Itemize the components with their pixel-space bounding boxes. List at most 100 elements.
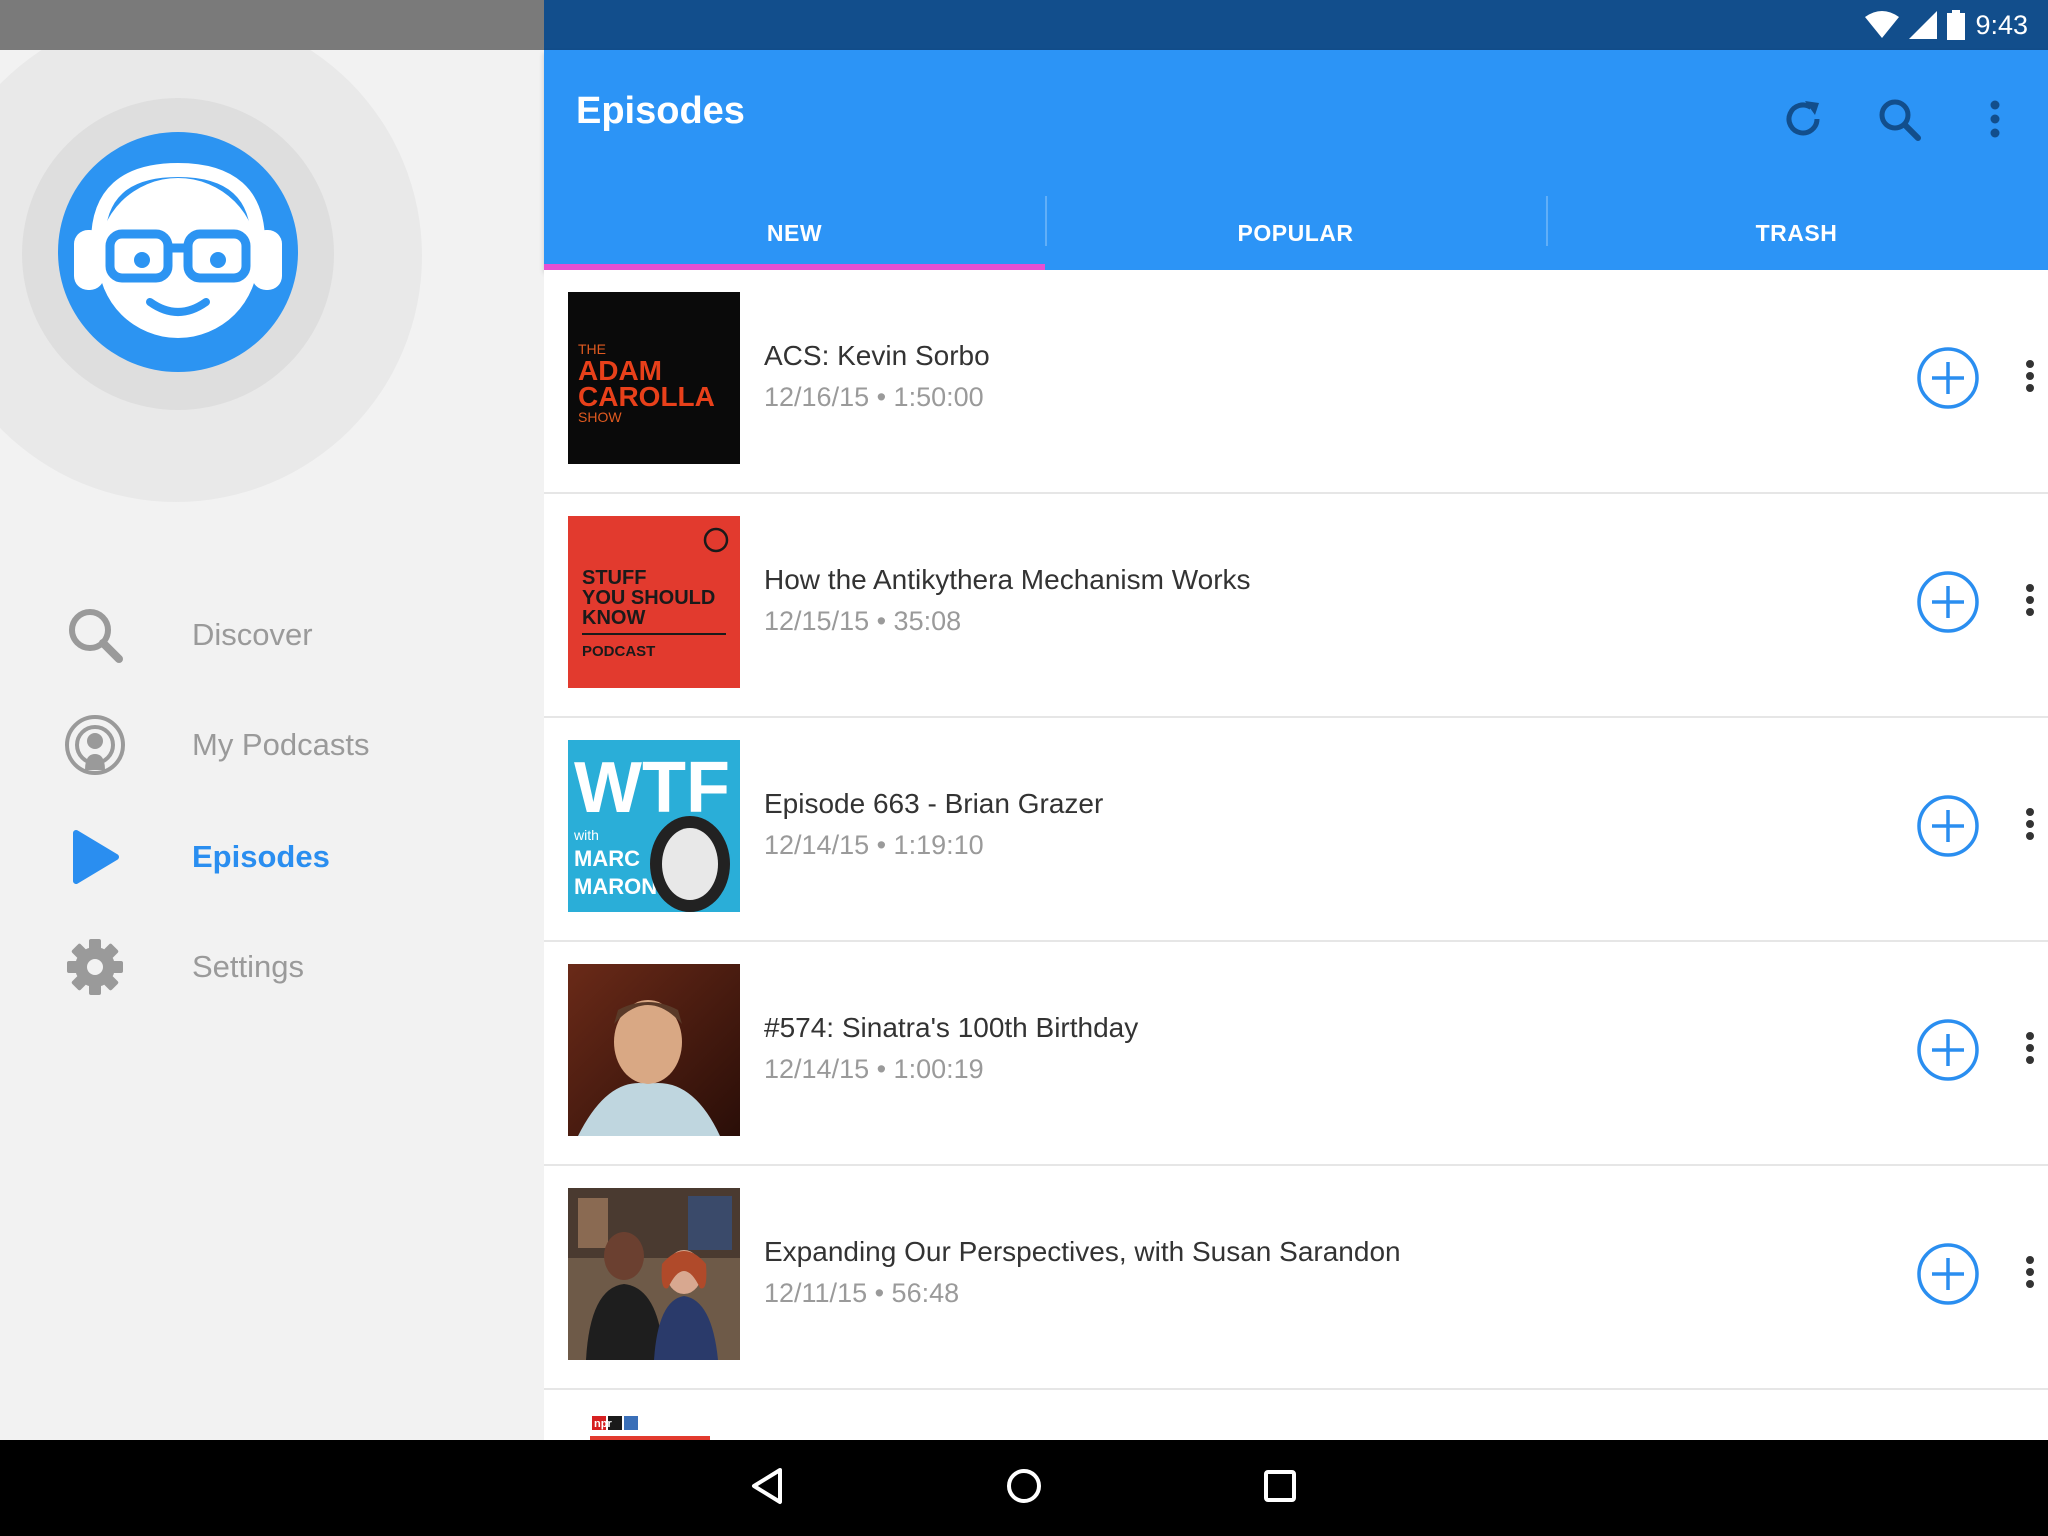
art-text: CAROLLA xyxy=(578,381,715,412)
art-text: KNOW xyxy=(582,607,645,629)
play-icon xyxy=(62,824,128,890)
episode-meta: 12/16/15 • 1:50:00 xyxy=(764,382,984,412)
tab-trash[interactable]: TRASH xyxy=(1546,196,2047,270)
art-text: npr xyxy=(594,1418,612,1430)
page-title: Episodes xyxy=(576,90,745,132)
back-icon xyxy=(748,1466,788,1511)
episode-artwork: THE ADAM CAROLLA SHOW xyxy=(568,292,740,464)
episode-artwork xyxy=(568,1188,740,1360)
add-to-queue-button[interactable] xyxy=(1916,794,1980,858)
home-button[interactable] xyxy=(994,1458,1054,1518)
art-text: MARC xyxy=(574,846,640,871)
sidebar-item-label: Episodes xyxy=(192,839,330,874)
episode-meta: 12/15/15 • 35:08 xyxy=(764,606,962,636)
overflow-menu-button[interactable] xyxy=(1962,88,2028,154)
npr-logo: npr xyxy=(590,1416,710,1440)
add-circle-icon xyxy=(1916,1243,1980,1310)
list-item[interactable]: #574: Sinatra's 100th Birthday 12/14/15 … xyxy=(544,942,2048,1166)
more-vert-icon xyxy=(1989,99,2001,144)
add-to-queue-button[interactable] xyxy=(1916,1018,1980,1082)
episode-artwork: STUFF YOU SHOULD KNOW PODCAST xyxy=(568,516,740,688)
podcast-artwork xyxy=(578,1000,720,1136)
refresh-button[interactable] xyxy=(1770,88,1836,154)
episode-more-button[interactable] xyxy=(2012,346,2048,410)
search-icon xyxy=(1877,97,1921,146)
sidebar-item-episodes[interactable]: Episodes xyxy=(0,812,544,902)
list-item[interactable]: STUFF YOU SHOULD KNOW PODCAST How the An… xyxy=(544,494,2048,718)
episode-title: Episode 663 - Brian Grazer xyxy=(764,788,1104,819)
signal-icon xyxy=(1909,11,1938,39)
list-item[interactable]: Expanding Our Perspectives, with Susan S… xyxy=(544,1166,2048,1390)
sidebar-item-label: Discover xyxy=(192,617,313,652)
add-to-queue-button[interactable] xyxy=(1916,1242,1980,1306)
more-vert-icon xyxy=(2025,1255,2035,1294)
add-circle-icon xyxy=(1916,795,1980,862)
art-text: PODCAST xyxy=(582,643,655,660)
podcast-artwork xyxy=(568,1188,740,1360)
status-bar: 9:43 xyxy=(544,0,2048,50)
episode-title: #574: Sinatra's 100th Birthday xyxy=(764,1012,1139,1043)
tab-bar: NEW POPULAR TRASH xyxy=(544,196,2048,270)
tab-new[interactable]: NEW xyxy=(544,196,1045,270)
battery-icon xyxy=(1947,10,1966,40)
episode-title: ACS: Kevin Sorbo xyxy=(764,340,990,371)
recents-icon xyxy=(1260,1466,1300,1511)
episode-more-button[interactable] xyxy=(2012,570,2048,634)
sidebar-item-my-podcasts[interactable]: My Podcasts xyxy=(0,700,544,790)
sidebar-item-discover[interactable]: Discover xyxy=(0,590,544,680)
system-nav-bar xyxy=(0,1440,2048,1536)
add-circle-icon xyxy=(1916,571,1980,638)
sidebar-item-settings[interactable]: Settings xyxy=(0,922,544,1012)
app-logo xyxy=(58,132,298,372)
sidebar-item-label: Settings xyxy=(192,949,305,984)
wifi-icon xyxy=(1865,11,1900,39)
podcast-artwork: STUFF YOU SHOULD KNOW PODCAST xyxy=(582,527,729,660)
episode-more-button[interactable] xyxy=(2012,794,2048,858)
headphones-face-icon xyxy=(74,162,282,338)
podcast-artwork: WTF with MARC MARON xyxy=(573,748,730,912)
gear-icon xyxy=(62,934,128,1000)
sidebar-item-label: My Podcasts xyxy=(192,727,370,762)
home-icon xyxy=(1004,1466,1044,1511)
add-circle-icon xyxy=(1916,347,1980,414)
episode-artwork: WTF with MARC MARON xyxy=(568,740,740,912)
podcast-artwork: THE ADAM CAROLLA SHOW xyxy=(578,341,715,425)
more-vert-icon xyxy=(2025,1031,2035,1070)
art-text: with xyxy=(573,827,599,843)
refresh-icon xyxy=(1781,97,1825,146)
search-icon xyxy=(62,602,128,668)
episode-artwork: npr xyxy=(568,1412,740,1440)
more-vert-icon xyxy=(2025,807,2035,846)
art-text: YOU SHOULD xyxy=(582,587,715,609)
episode-title: Expanding Our Perspectives, with Susan S… xyxy=(764,1236,1401,1267)
list-item[interactable]: THE ADAM CAROLLA SHOW ACS: Kevin Sorbo 1… xyxy=(544,270,2048,494)
add-to-queue-button[interactable] xyxy=(1916,570,1980,634)
episode-meta: 12/11/15 • 56:48 xyxy=(764,1278,960,1308)
list-item[interactable]: WTF with MARC MARON Episode 663 - Brian … xyxy=(544,718,2048,942)
episode-meta: 12/14/15 • 1:19:10 xyxy=(764,830,984,860)
more-vert-icon xyxy=(2025,583,2035,622)
episode-more-button[interactable] xyxy=(2012,1018,2048,1082)
navigation-drawer: Discover My Podcasts Episodes Settings xyxy=(0,50,544,1440)
episode-more-button[interactable] xyxy=(2012,1242,2048,1306)
status-bar-left xyxy=(0,0,544,50)
search-button[interactable] xyxy=(1866,88,1932,154)
episode-meta: 12/14/15 • 1:00:19 xyxy=(764,1054,984,1084)
art-text: WTF xyxy=(574,748,730,828)
app-bar: Episodes NEW POPULAR TRASH xyxy=(544,50,2048,270)
recents-button[interactable] xyxy=(1250,1458,1310,1518)
episode-artwork xyxy=(568,964,740,1136)
episode-list: THE ADAM CAROLLA SHOW ACS: Kevin Sorbo 1… xyxy=(544,270,2048,1440)
tab-popular[interactable]: POPULAR xyxy=(1045,196,1546,270)
more-vert-icon xyxy=(2025,359,2035,398)
status-time: 9:43 xyxy=(1975,9,2028,40)
add-circle-icon xyxy=(1916,1019,1980,1086)
art-text: SHOW xyxy=(578,409,622,425)
add-to-queue-button[interactable] xyxy=(1916,346,1980,410)
episode-title: How the Antikythera Mechanism Works xyxy=(764,564,1251,595)
list-item-partial[interactable]: npr xyxy=(544,1390,2048,1440)
art-text: STUFF xyxy=(582,567,646,589)
art-text: MARON xyxy=(574,874,657,899)
back-button[interactable] xyxy=(738,1458,798,1518)
podcast-icon xyxy=(62,712,128,778)
